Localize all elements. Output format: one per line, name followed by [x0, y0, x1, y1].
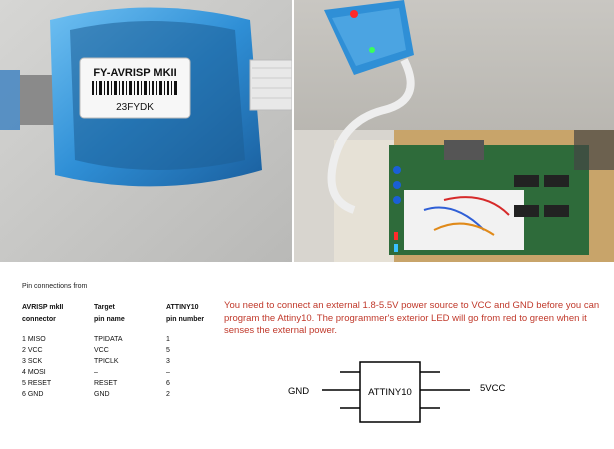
barcode	[92, 81, 177, 95]
cell-target: RESET	[94, 380, 118, 387]
header-connector-line1: AVRISP mkII	[22, 304, 64, 311]
cell-connector: 4 MOSI	[22, 369, 46, 376]
power-note: You need to connect an external 1.8-5.5V…	[224, 300, 600, 336]
cell-target: VCC	[94, 347, 109, 354]
cell-target: TPIDATA	[94, 336, 123, 343]
cell-target: –	[94, 369, 98, 376]
cell-pin: 3	[166, 358, 170, 365]
led-green	[369, 47, 375, 53]
header-connector: AVRISP mkII connector	[22, 302, 94, 326]
programmer-illustration: FY-AVRISP MKII 23FYDK	[0, 0, 292, 262]
programmer-label-line2: 23FYDK	[116, 102, 154, 113]
cell-pin: 2	[166, 391, 170, 398]
header-connector-line2: connector	[22, 316, 56, 323]
table-row: 2 VCC VCC 5	[22, 345, 226, 356]
led-red	[350, 10, 358, 18]
cell-pin: 5	[166, 347, 170, 354]
gnd-label: GND	[288, 386, 309, 397]
board-photo	[294, 0, 614, 262]
table-row: 3 SCK TPICLK 3	[22, 356, 226, 367]
table-row: 5 RESET RESET 6	[22, 378, 226, 389]
table-row: 4 MOSI – –	[22, 367, 226, 378]
cell-connector: 5 RESET	[22, 380, 52, 387]
programmer-label-line1: FY-AVRISP MKII	[93, 67, 176, 79]
header-target-line1: Target	[94, 304, 115, 311]
cell-connector: 1 MISO	[22, 336, 46, 343]
table-header-row: AVRISP mkII connector Target pin name AT…	[22, 302, 226, 326]
breadboard	[404, 190, 524, 250]
cell-target: TPICLK	[94, 358, 119, 365]
header-attiny-line2: pin number	[166, 316, 205, 323]
cell-pin: 6	[166, 380, 170, 387]
table-row: 1 MISO TPIDATA 1	[22, 334, 226, 345]
cell-target: GND	[94, 391, 110, 398]
pin-connections-table: AVRISP mkII connector Target pin name AT…	[22, 302, 226, 400]
header-target-line2: pin name	[94, 316, 125, 323]
cell-pin: –	[166, 369, 170, 376]
header-attiny-line1: ATTINY10	[166, 304, 199, 311]
cell-connector: 2 VCC	[22, 347, 43, 354]
cell-pin: 1	[166, 336, 170, 343]
header-attiny: ATTINY10 pin number	[166, 302, 226, 326]
cell-connector: 3 SCK	[22, 358, 43, 365]
chip-label: ATTINY10	[368, 387, 412, 398]
vcc-label: 5VCC	[480, 383, 505, 394]
attiny10-diagram: ATTINY10 GND 5VCC	[288, 361, 505, 423]
cell-connector: 6 GND	[22, 391, 44, 398]
table-row: 6 GND GND 2	[22, 389, 226, 400]
board-illustration	[294, 0, 614, 262]
programmer-photo: FY-AVRISP MKII 23FYDK	[0, 0, 292, 262]
table-spacer	[22, 326, 226, 334]
header-target: Target pin name	[94, 302, 166, 326]
pin-connections-title: Pin connections from	[22, 283, 88, 290]
